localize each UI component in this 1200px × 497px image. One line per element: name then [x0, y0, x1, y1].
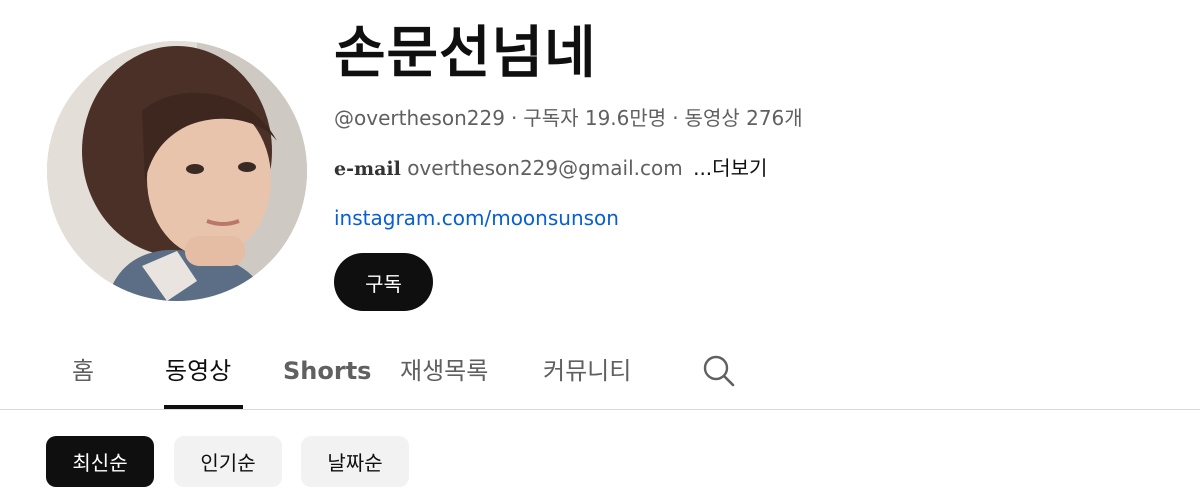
more-button[interactable]: ...더보기 — [693, 156, 767, 180]
tab-shorts[interactable]: Shorts — [283, 354, 371, 388]
email-label: e-mail — [334, 158, 401, 180]
meta-separator: · — [672, 106, 679, 130]
subscriber-count: 구독자 19.6만명 — [523, 106, 667, 130]
channel-title: 손문선넘네 — [334, 21, 597, 86]
instagram-link[interactable]: instagram.com/moonsunson — [334, 204, 619, 232]
avatar-image — [47, 41, 307, 301]
tab-playlists[interactable]: 재생목록 — [400, 354, 488, 388]
filter-chip-popular[interactable]: 인기순 — [174, 436, 282, 487]
channel-meta: @overtheson229 · 구독자 19.6만명 · 동영상 276개 — [334, 104, 803, 132]
search-icon[interactable] — [700, 352, 736, 388]
subscribe-button[interactable]: 구독 — [334, 253, 433, 311]
filter-chip-latest[interactable]: 최신순 — [46, 436, 154, 487]
tabs-divider — [0, 409, 1200, 410]
channel-handle: @overtheson229 — [334, 106, 505, 130]
tab-home[interactable]: 홈 — [72, 354, 94, 388]
video-count: 동영상 276개 — [684, 106, 803, 130]
channel-avatar[interactable] — [47, 41, 307, 301]
channel-tabs: 홈 동영상 Shorts 재생목록 커뮤니티 — [0, 340, 1200, 410]
tab-community[interactable]: 커뮤니티 — [543, 354, 631, 388]
meta-separator: · — [510, 106, 518, 130]
tab-videos[interactable]: 동영상 — [165, 354, 231, 388]
email-text: overtheson229@gmail.com — [407, 156, 683, 180]
channel-description[interactable]: e-mail overtheson229@gmail.com ...더보기 — [334, 154, 767, 183]
filter-chip-date[interactable]: 날짜순 — [301, 436, 409, 487]
